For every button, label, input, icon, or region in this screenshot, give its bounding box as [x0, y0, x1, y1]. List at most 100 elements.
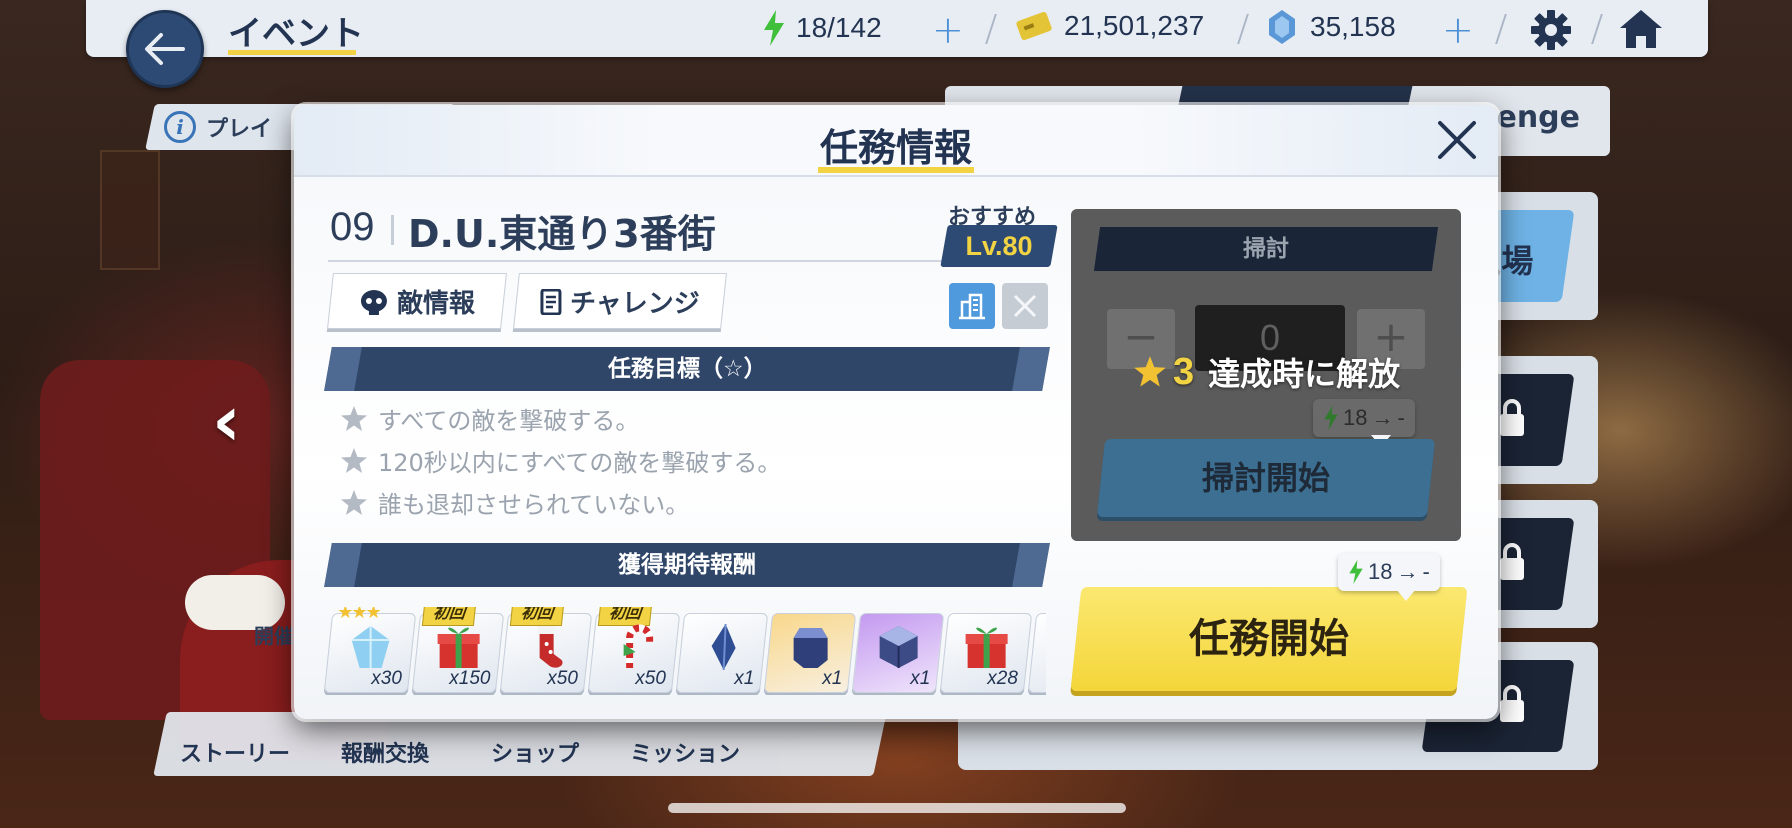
document-icon — [540, 288, 562, 314]
lock-icon — [1500, 399, 1524, 436]
gem-value: 35,158 — [1310, 11, 1396, 42]
event-bottom-nav: ストーリー 報酬交換 ショップ ミッション — [153, 712, 887, 776]
reward-count: x50 — [635, 668, 667, 689]
arrow-left-icon — [145, 33, 185, 65]
sweep-header-label: 掃討 — [1243, 236, 1289, 262]
star-outline-icon — [341, 405, 367, 431]
sweep-cost-bubble: 18 → - — [1313, 399, 1415, 447]
sweep-header: 掃討 — [1093, 227, 1439, 271]
stage-divider — [391, 215, 394, 245]
nav-mission[interactable]: ミッション — [610, 736, 760, 768]
close-icon[interactable] — [1434, 117, 1480, 163]
start-cost-bubble: 18 → - — [1338, 553, 1440, 601]
home-indicator[interactable] — [668, 803, 1126, 813]
enemy-info-button[interactable]: 敵情報 — [327, 273, 507, 329]
modal-title: 任務情報 — [819, 126, 972, 170]
page-title-underline — [228, 50, 356, 55]
star-outline-icon — [341, 447, 367, 473]
reward-item[interactable]: x1 — [851, 613, 945, 693]
event-info-text: プレイ — [206, 117, 273, 142]
goals-header: 任務目標（☆） — [324, 347, 1050, 391]
reward-item[interactable]: x1 — [763, 613, 857, 693]
goal-item-2: 120秒以内にすべての敵を撃破する。 — [340, 443, 781, 478]
sweep-panel: 掃討 − 0 + 3 達成時に解放 18 → - 掃討開始 — [1071, 209, 1461, 541]
gem-counter: 35,158 — [1268, 10, 1396, 44]
goal-item-1: すべての敵を撃破する。 — [340, 401, 639, 436]
lock-icon — [1500, 685, 1524, 722]
rewards-header: 獲得期待報酬 — [324, 543, 1050, 587]
reward-count: x28 — [987, 668, 1019, 689]
challenge-button[interactable]: チャレンジ — [513, 273, 727, 329]
rewards-header-label: 獲得期待報酬 — [618, 552, 756, 578]
mission-start-label: 任務開始 — [1189, 616, 1349, 662]
reward-item[interactable]: x28 — [939, 613, 1033, 693]
reward-list: ★★★ x30 初回 x150 初回 x50 初回 x50 x1 x1 x1 x… — [324, 607, 1046, 695]
home-icon[interactable] — [1618, 8, 1664, 50]
challenge-label: チャレンジ — [570, 288, 700, 319]
blue-shard-icon — [711, 623, 736, 671]
start-cost-from: 18 — [1368, 559, 1393, 584]
reward-count: x30 — [371, 668, 403, 689]
reward-item[interactable]: ★★★ x30 — [324, 607, 417, 693]
sweep-cost-from: 18 — [1343, 405, 1368, 430]
cube-icon — [879, 626, 918, 668]
arrow-right-icon: → — [1371, 405, 1394, 430]
add-gem-button[interactable]: + — [1442, 8, 1474, 52]
building-icon — [959, 293, 985, 320]
stage-name: D.U.東通り3番街 — [408, 212, 716, 256]
gift-box-icon — [965, 627, 1008, 668]
lock-icon — [1500, 543, 1524, 580]
disabled-toggle-button[interactable] — [1002, 283, 1048, 329]
lightning-icon — [1349, 560, 1363, 584]
modal-title-underline — [818, 167, 974, 173]
reward-count: x1 — [910, 668, 931, 689]
background-window — [100, 150, 160, 270]
goal-item-3: 誰も退却させられていない。 — [340, 485, 689, 520]
gear-icon[interactable] — [1530, 9, 1572, 51]
ore-icon — [793, 628, 828, 668]
goal-text-1: すべての敵を撃破する。 — [378, 407, 640, 435]
nav-reward-exchange[interactable]: 報酬交換 — [310, 736, 460, 768]
stage-map-button[interactable] — [949, 283, 995, 329]
candy-cane-icon — [623, 624, 654, 668]
background-challenge-label: enge — [1496, 100, 1580, 135]
ap-value: 18/142 — [796, 12, 882, 43]
info-icon: i — [164, 111, 196, 143]
page-title: イベント — [228, 14, 364, 54]
star-outline-icon — [341, 489, 367, 515]
reward-count: x1 — [822, 668, 843, 689]
stage-underline — [328, 260, 956, 262]
sweep-start-button[interactable]: 掃討開始 — [1096, 439, 1436, 517]
back-button[interactable] — [126, 10, 204, 88]
recommend-level: Lv.80 — [965, 231, 1033, 261]
lightning-icon — [764, 10, 784, 46]
crystal-icon — [351, 626, 390, 668]
add-ap-button[interactable]: + — [932, 8, 964, 52]
reward-count: x50 — [547, 668, 579, 689]
sweep-lock-message: 3 達成時に解放 — [1133, 349, 1400, 395]
previous-chevron-icon[interactable]: ‹ — [212, 380, 241, 462]
event-period-label: 開催 — [254, 624, 294, 648]
sweep-start-label: 掃討開始 — [1201, 459, 1330, 497]
star-icon — [1134, 356, 1166, 387]
mission-info-modal: 任務情報 09 D.U.東通り3番街 おすすめ Lv.80 敵情報 チャレンジ … — [294, 105, 1498, 719]
credit-counter: 21,501,237 — [1016, 10, 1204, 42]
mission-start-button[interactable]: 任務開始 — [1070, 587, 1468, 691]
stocking-icon — [537, 626, 563, 668]
credit-value: 21,501,237 — [1064, 10, 1205, 41]
reward-item[interactable]: 初回 x150 — [411, 607, 505, 693]
credit-card-icon — [1016, 11, 1052, 41]
recommend-level-badge: Lv.80 — [940, 225, 1058, 267]
reward-item[interactable]: 初回 x50 — [499, 607, 593, 693]
nav-shop[interactable]: ショップ — [460, 736, 610, 768]
reward-item[interactable]: x1 — [675, 613, 769, 693]
ap-counter: 18/142 — [762, 10, 882, 46]
reward-count: x150 — [449, 668, 491, 689]
stage-number: 09 — [330, 205, 375, 249]
nav-story[interactable]: ストーリー — [160, 736, 310, 768]
reward-item[interactable]: 初回 x50 — [587, 607, 681, 693]
goals-header-label: 任務目標（☆） — [607, 356, 767, 382]
gem-icon — [1269, 10, 1295, 44]
sweep-cost-to: - — [1397, 405, 1405, 430]
unlock-text: 達成時に解放 — [1208, 355, 1401, 393]
